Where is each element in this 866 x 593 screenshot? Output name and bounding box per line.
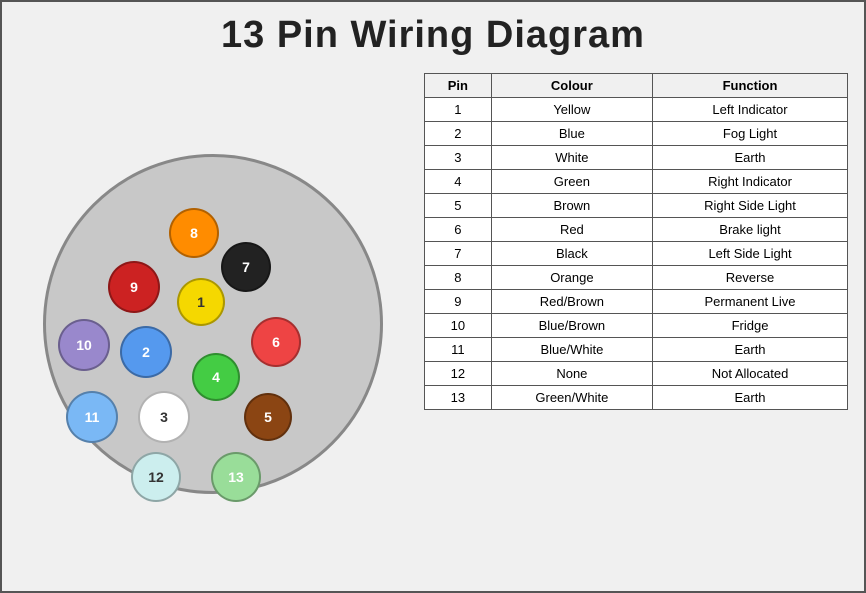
table-cell-11-2: Not Allocated bbox=[653, 362, 848, 386]
diagram-side: 12345678910111213 bbox=[18, 73, 408, 575]
table-cell-2-2: Earth bbox=[653, 146, 848, 170]
table-cell-12-0: 13 bbox=[425, 386, 492, 410]
table-row: 9Red/BrownPermanent Live bbox=[425, 290, 848, 314]
pin-circle-2: 2 bbox=[120, 326, 172, 378]
table-cell-7-2: Reverse bbox=[653, 266, 848, 290]
table-header-0: Pin bbox=[425, 74, 492, 98]
pin-circle-3: 3 bbox=[138, 391, 190, 443]
pin-circle-6: 6 bbox=[251, 317, 301, 367]
table-cell-12-1: Green/White bbox=[491, 386, 652, 410]
table-cell-6-2: Left Side Light bbox=[653, 242, 848, 266]
table-cell-5-0: 6 bbox=[425, 218, 492, 242]
main-container: 13 Pin Wiring Diagram 12345678910111213 … bbox=[0, 0, 866, 593]
table-cell-1-0: 2 bbox=[425, 122, 492, 146]
table-cell-4-2: Right Side Light bbox=[653, 194, 848, 218]
table-cell-1-2: Fog Light bbox=[653, 122, 848, 146]
table-cell-5-1: Red bbox=[491, 218, 652, 242]
pin-circle-10: 10 bbox=[58, 319, 110, 371]
table-cell-9-0: 10 bbox=[425, 314, 492, 338]
pin-circle-9: 9 bbox=[108, 261, 160, 313]
table-cell-10-0: 11 bbox=[425, 338, 492, 362]
table-cell-4-1: Brown bbox=[491, 194, 652, 218]
table-body: 1YellowLeft Indicator2BlueFog Light3Whit… bbox=[425, 98, 848, 410]
table-cell-11-1: None bbox=[491, 362, 652, 386]
wiring-table: PinColourFunction 1YellowLeft Indicator2… bbox=[424, 73, 848, 410]
table-row: 11Blue/WhiteEarth bbox=[425, 338, 848, 362]
table-row: 5BrownRight Side Light bbox=[425, 194, 848, 218]
table-row: 3WhiteEarth bbox=[425, 146, 848, 170]
pin-circle-8: 8 bbox=[169, 208, 219, 258]
circle-container: 12345678910111213 bbox=[43, 154, 383, 494]
pin-circle-1: 1 bbox=[177, 278, 225, 326]
table-cell-6-1: Black bbox=[491, 242, 652, 266]
pin-circle-11: 11 bbox=[66, 391, 118, 443]
table-row: 7BlackLeft Side Light bbox=[425, 242, 848, 266]
table-cell-2-1: White bbox=[491, 146, 652, 170]
table-row: 10Blue/BrownFridge bbox=[425, 314, 848, 338]
table-cell-7-1: Orange bbox=[491, 266, 652, 290]
table-row: 1YellowLeft Indicator bbox=[425, 98, 848, 122]
table-cell-4-0: 5 bbox=[425, 194, 492, 218]
table-cell-1-1: Blue bbox=[491, 122, 652, 146]
table-row: 13Green/WhiteEarth bbox=[425, 386, 848, 410]
outer-circle: 12345678910111213 bbox=[43, 154, 383, 494]
table-cell-5-2: Brake light bbox=[653, 218, 848, 242]
table-cell-7-0: 8 bbox=[425, 266, 492, 290]
table-row: 8OrangeReverse bbox=[425, 266, 848, 290]
table-cell-10-1: Blue/White bbox=[491, 338, 652, 362]
pin-circle-7: 7 bbox=[221, 242, 271, 292]
table-cell-0-1: Yellow bbox=[491, 98, 652, 122]
table-side: PinColourFunction 1YellowLeft Indicator2… bbox=[424, 73, 848, 575]
table-row: 6RedBrake light bbox=[425, 218, 848, 242]
table-cell-0-2: Left Indicator bbox=[653, 98, 848, 122]
pin-circle-13: 13 bbox=[211, 452, 261, 502]
table-row: 2BlueFog Light bbox=[425, 122, 848, 146]
table-cell-3-0: 4 bbox=[425, 170, 492, 194]
table-cell-8-2: Permanent Live bbox=[653, 290, 848, 314]
pin-circle-4: 4 bbox=[192, 353, 240, 401]
table-cell-9-2: Fridge bbox=[653, 314, 848, 338]
table-cell-3-2: Right Indicator bbox=[653, 170, 848, 194]
table-cell-8-1: Red/Brown bbox=[491, 290, 652, 314]
table-cell-9-1: Blue/Brown bbox=[491, 314, 652, 338]
table-cell-3-1: Green bbox=[491, 170, 652, 194]
table-header-row: PinColourFunction bbox=[425, 74, 848, 98]
table-cell-11-0: 12 bbox=[425, 362, 492, 386]
content-area: 12345678910111213 PinColourFunction 1Yel… bbox=[2, 65, 864, 591]
table-row: 4GreenRight Indicator bbox=[425, 170, 848, 194]
table-cell-2-0: 3 bbox=[425, 146, 492, 170]
table-header-2: Function bbox=[653, 74, 848, 98]
page-title: 13 Pin Wiring Diagram bbox=[2, 2, 864, 65]
table-cell-10-2: Earth bbox=[653, 338, 848, 362]
table-cell-0-0: 1 bbox=[425, 98, 492, 122]
pin-circle-12: 12 bbox=[131, 452, 181, 502]
table-cell-8-0: 9 bbox=[425, 290, 492, 314]
pin-circle-5: 5 bbox=[244, 393, 292, 441]
table-cell-12-2: Earth bbox=[653, 386, 848, 410]
table-cell-6-0: 7 bbox=[425, 242, 492, 266]
table-row: 12NoneNot Allocated bbox=[425, 362, 848, 386]
table-header-1: Colour bbox=[491, 74, 652, 98]
